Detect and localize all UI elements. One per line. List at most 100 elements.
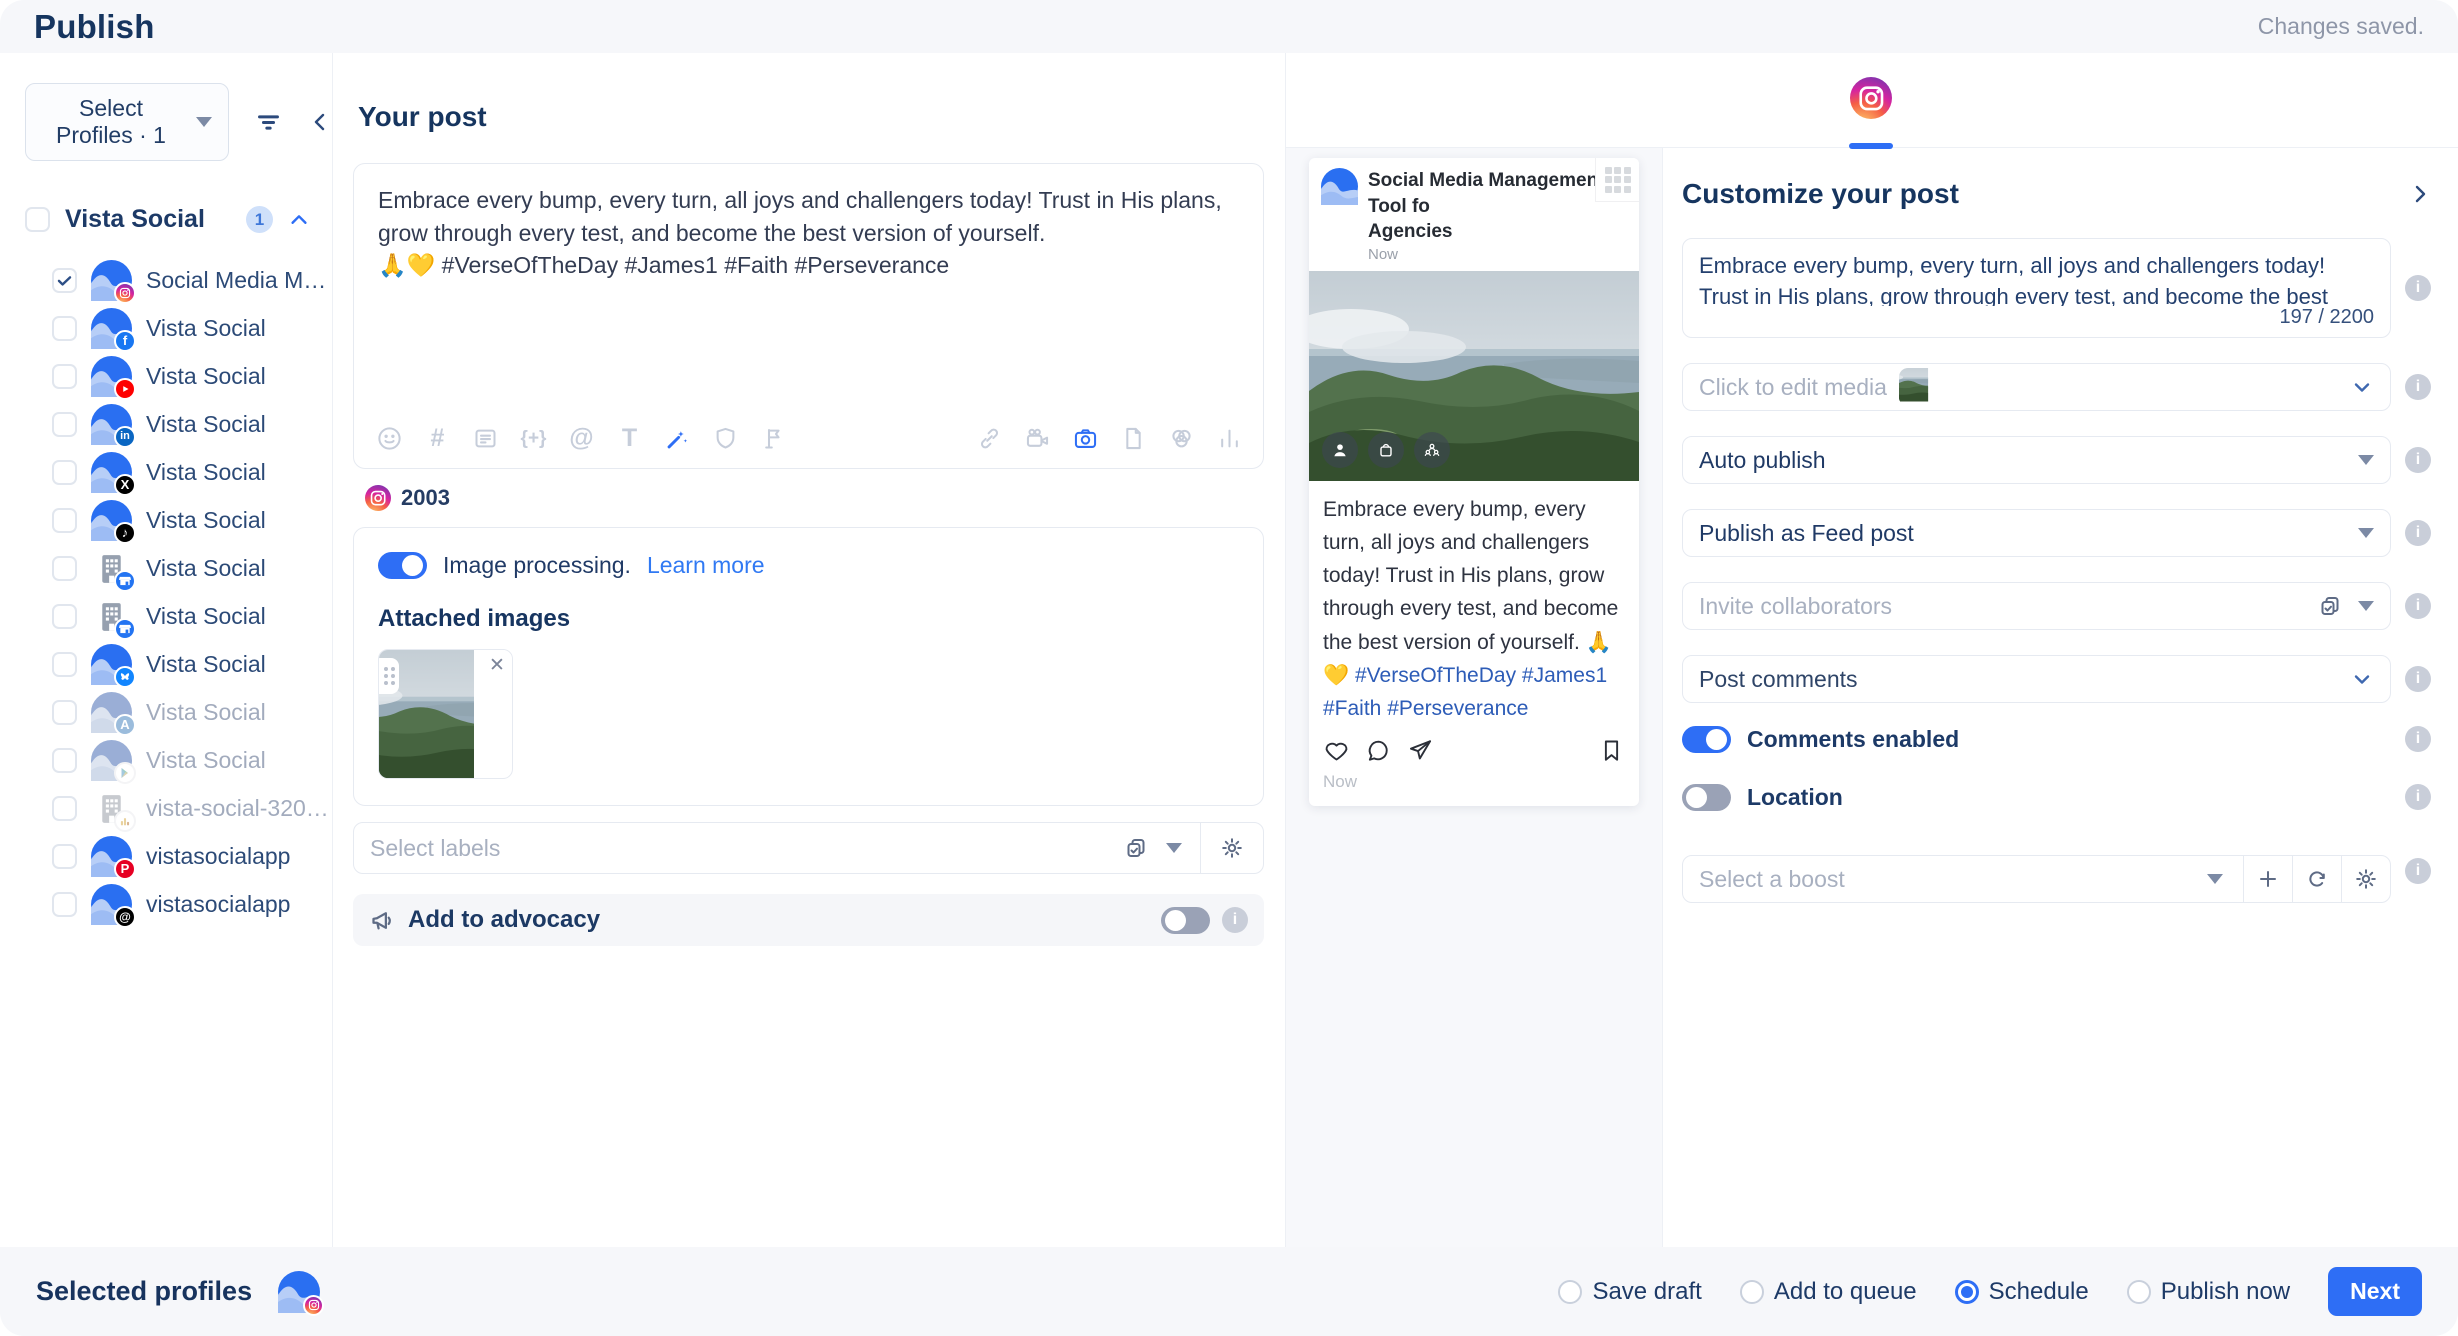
comment-icon[interactable]: [1365, 737, 1392, 764]
customize-caption-field[interactable]: Embrace every bump, every turn, all joys…: [1682, 238, 2391, 338]
photo-camera-icon[interactable]: [1072, 425, 1099, 452]
profile-checkbox[interactable]: [52, 844, 77, 869]
tag-people-icon[interactable]: [1322, 432, 1358, 468]
app-store-icon: A: [114, 714, 136, 736]
profile-group-row[interactable]: Vista Social 1: [25, 205, 332, 234]
profile-checkbox[interactable]: [52, 892, 77, 917]
select-boost-field[interactable]: Select a boost: [1682, 855, 2391, 903]
profile-checkbox[interactable]: [52, 796, 77, 821]
attached-image-thumbnail[interactable]: ✕: [378, 649, 513, 779]
profile-item[interactable]: XVista Social: [25, 448, 332, 496]
select-profiles-dropdown[interactable]: Select Profiles · 1: [25, 83, 229, 161]
composer-title: Your post: [358, 101, 1263, 133]
boost-settings-gear-icon[interactable]: [2341, 856, 2390, 902]
edit-media-field[interactable]: Click to edit media: [1682, 363, 2391, 411]
share-icon[interactable]: [1407, 737, 1434, 764]
tag-products-icon[interactable]: [1368, 432, 1404, 468]
boost-placeholder: Select a boost: [1683, 856, 2207, 902]
like-heart-icon[interactable]: [1323, 737, 1350, 764]
profile-name: Vista Social: [146, 363, 266, 390]
profile-item[interactable]: vista-social-320412: [25, 784, 332, 832]
profile-item[interactable]: Vista Social: [25, 544, 332, 592]
tab-instagram[interactable]: [1850, 77, 1892, 119]
profile-checkbox[interactable]: [52, 268, 77, 293]
chevron-down-icon[interactable]: [2350, 667, 2374, 691]
comments-enabled-toggle[interactable]: [1682, 726, 1731, 753]
bookmark-icon[interactable]: [1598, 737, 1625, 764]
profile-checkbox[interactable]: [52, 316, 77, 341]
remove-image-icon[interactable]: ✕: [482, 650, 512, 680]
learn-more-link[interactable]: Learn more: [647, 552, 765, 579]
profile-checkbox[interactable]: [52, 460, 77, 485]
profile-item[interactable]: Vista Social: [25, 592, 332, 640]
profile-checkbox[interactable]: [52, 748, 77, 773]
labels-settings-gear-icon[interactable]: [1201, 823, 1263, 873]
profile-checkbox[interactable]: [52, 364, 77, 389]
image-processing-toggle[interactable]: [378, 552, 427, 579]
media-library-icon[interactable]: [1168, 425, 1195, 452]
labels-caret-icon[interactable]: [1166, 843, 1182, 853]
post-comments-field[interactable]: Post comments: [1682, 655, 2391, 703]
document-icon[interactable]: [1120, 425, 1147, 452]
profile-avatar: P: [91, 836, 132, 877]
hashtag-icon[interactable]: #: [424, 425, 451, 452]
profile-checkbox[interactable]: [52, 652, 77, 677]
drag-handle-icon[interactable]: [379, 658, 399, 694]
chevron-right-icon[interactable]: [2408, 182, 2432, 206]
selected-profile-avatar[interactable]: [278, 1271, 320, 1313]
chevron-down-icon[interactable]: [2350, 375, 2374, 399]
copy-collaborators-icon[interactable]: [2318, 594, 2342, 618]
emoji-icon[interactable]: [376, 425, 403, 452]
variables-icon[interactable]: {+}: [520, 425, 547, 452]
radio-schedule[interactable]: Schedule: [1955, 1278, 2089, 1306]
location-toggle[interactable]: [1682, 784, 1731, 811]
collaborators-icon[interactable]: [1414, 432, 1450, 468]
invite-collaborators-field[interactable]: Invite collaborators: [1682, 582, 2391, 630]
profile-item[interactable]: AVista Social: [25, 688, 332, 736]
profile-item[interactable]: Social Media Managem...: [25, 256, 332, 304]
profile-item[interactable]: Vista Social: [25, 352, 332, 400]
grid-view-icon[interactable]: [1595, 158, 1639, 202]
profile-checkbox[interactable]: [52, 604, 77, 629]
auto-publish-select[interactable]: Auto publish: [1682, 436, 2391, 484]
copy-labels-icon[interactable]: [1124, 836, 1148, 860]
post-text-input[interactable]: Embrace every bump, every turn, all joys…: [354, 164, 1263, 425]
radio-add-to-queue[interactable]: Add to queue: [1740, 1278, 1917, 1306]
advocacy-toggle[interactable]: [1161, 907, 1210, 934]
profile-item[interactable]: ♪Vista Social: [25, 496, 332, 544]
profile-item[interactable]: fVista Social: [25, 304, 332, 352]
collaborators-info-icon: i: [2405, 593, 2431, 619]
profile-item[interactable]: Vista Social: [25, 640, 332, 688]
profile-checkbox[interactable]: [52, 412, 77, 437]
group-checkbox[interactable]: [25, 207, 50, 232]
feed-post-select[interactable]: Publish as Feed post: [1682, 509, 2391, 557]
profile-checkbox[interactable]: [52, 556, 77, 581]
ai-assistant-wand-icon[interactable]: [664, 425, 691, 452]
mention-icon[interactable]: @: [568, 425, 595, 452]
analytics-bars-icon[interactable]: [1216, 425, 1243, 452]
profile-checkbox[interactable]: [52, 700, 77, 725]
select-labels-field[interactable]: Select labels: [353, 822, 1264, 874]
filter-icon[interactable]: [255, 109, 282, 136]
next-button[interactable]: Next: [2328, 1267, 2422, 1316]
link-icon[interactable]: [976, 425, 1003, 452]
add-boost-icon[interactable]: [2243, 856, 2292, 902]
profile-item[interactable]: @vistasocialapp: [25, 880, 332, 928]
selected-profiles-label: Selected profiles: [36, 1276, 252, 1307]
shield-icon[interactable]: [712, 425, 739, 452]
video-icon[interactable]: [1024, 425, 1051, 452]
profile-item[interactable]: inVista Social: [25, 400, 332, 448]
flag-icon[interactable]: [760, 425, 787, 452]
radio-publish-now[interactable]: Publish now: [2127, 1278, 2290, 1306]
refresh-boost-icon[interactable]: [2292, 856, 2341, 902]
profile-checkbox[interactable]: [52, 508, 77, 533]
profile-item[interactable]: Vista Social: [25, 736, 332, 784]
radio-save-draft[interactable]: Save draft: [1558, 1278, 1701, 1306]
profile-item[interactable]: Pvistasocialapp: [25, 832, 332, 880]
profile-name: Vista Social: [146, 651, 266, 678]
collapse-sidebar-icon[interactable]: [308, 110, 332, 134]
chevron-up-icon[interactable]: [288, 209, 310, 231]
caret-down-icon: [2358, 455, 2374, 465]
saved-captions-icon[interactable]: [472, 425, 499, 452]
text-format-icon[interactable]: T: [616, 425, 643, 452]
